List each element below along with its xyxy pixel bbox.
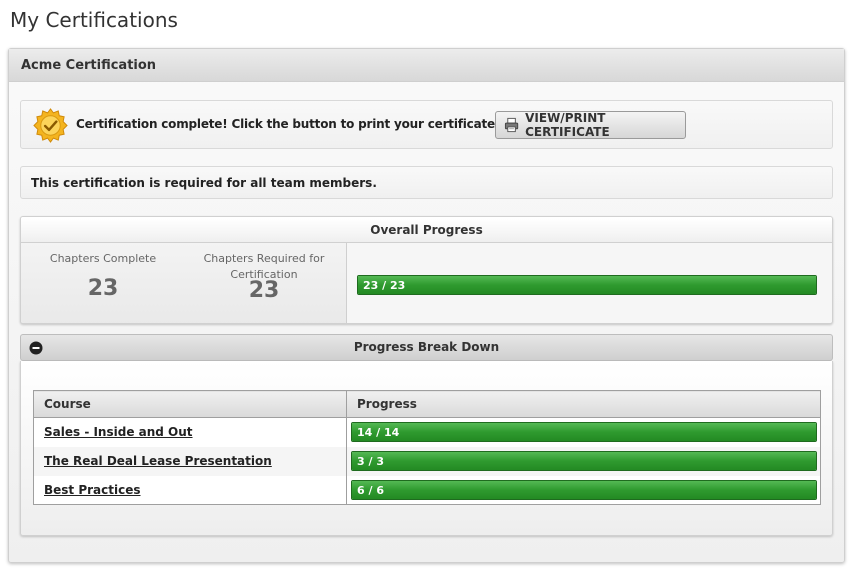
certification-panel: Acme Certification Certification complet… bbox=[8, 48, 845, 563]
course-link[interactable]: Best Practices bbox=[34, 483, 141, 497]
course-progress-fill bbox=[352, 480, 816, 499]
overall-stats: Chapters Complete 23 Chapters Required f… bbox=[21, 243, 347, 323]
course-progress-text: 3 / 3 bbox=[357, 454, 384, 468]
progress-cell: 6 / 6 bbox=[346, 475, 821, 505]
progress-cell: 14 / 14 bbox=[346, 417, 821, 447]
column-header-course: Course bbox=[33, 390, 347, 418]
chapters-required-value: 23 bbox=[248, 278, 280, 303]
progress-breakdown-title: Progress Break Down bbox=[353, 340, 500, 354]
course-progress-bar: 6 / 6 bbox=[351, 479, 817, 500]
course-progress-text: 14 / 14 bbox=[357, 426, 400, 439]
chapters-complete-value: 23 bbox=[87, 276, 119, 301]
progress-breakdown-body: Course Progress Sales - Inside and Out 1… bbox=[20, 361, 833, 536]
course-progress-bar: 14 / 14 bbox=[351, 422, 817, 442]
table-row: Best Practices 6 / 6 bbox=[33, 475, 821, 505]
chapters-required-stat: Chapters Required for Certification 23 bbox=[193, 251, 335, 303]
overall-progress-text: 23 / 23 bbox=[363, 279, 406, 292]
collapse-minus-icon[interactable] bbox=[29, 341, 43, 355]
course-progress-fill bbox=[352, 423, 816, 441]
course-link[interactable]: Sales - Inside and Out bbox=[34, 425, 193, 439]
course-cell: Sales - Inside and Out bbox=[33, 417, 347, 447]
panel-title: Acme Certification bbox=[9, 49, 844, 82]
view-print-certificate-label: VIEW/PRINT CERTIFICATE bbox=[525, 111, 610, 139]
requirement-message: This certification is required for all t… bbox=[31, 176, 377, 190]
progress-cell: 3 / 3 bbox=[346, 446, 821, 476]
course-progress-fill bbox=[352, 451, 816, 470]
view-print-certificate-button[interactable]: VIEW/PRINT CERTIFICATE bbox=[495, 111, 686, 139]
overall-progress-fill bbox=[358, 276, 816, 294]
overall-progress-bar-area: 23 / 23 bbox=[347, 243, 832, 323]
course-progress-bar: 3 / 3 bbox=[351, 450, 817, 471]
course-link[interactable]: The Real Deal Lease Presentation bbox=[34, 454, 272, 468]
course-progress-table: Course Progress Sales - Inside and Out 1… bbox=[33, 390, 821, 505]
column-header-progress: Progress bbox=[346, 390, 821, 418]
printer-icon bbox=[504, 117, 519, 133]
overall-progress-title: Overall Progress bbox=[21, 217, 832, 243]
table-row: Sales - Inside and Out 14 / 14 bbox=[33, 417, 821, 447]
chapters-complete-stat: Chapters Complete 23 bbox=[33, 251, 173, 301]
certificate-seal-icon bbox=[33, 108, 68, 143]
course-cell: The Real Deal Lease Presentation bbox=[33, 446, 347, 476]
course-progress-text: 6 / 6 bbox=[357, 483, 384, 497]
page-title: My Certifications bbox=[10, 8, 178, 32]
completion-notice: Certification complete! Click the button… bbox=[20, 100, 833, 149]
overall-progress-bar: 23 / 23 bbox=[357, 275, 817, 295]
progress-breakdown-toggle[interactable]: Progress Break Down bbox=[20, 334, 833, 361]
course-cell: Best Practices bbox=[33, 475, 347, 505]
requirement-notice: This certification is required for all t… bbox=[20, 166, 833, 199]
table-row: The Real Deal Lease Presentation 3 / 3 bbox=[33, 446, 821, 476]
completion-message: Certification complete! Click the button… bbox=[76, 117, 500, 131]
chapters-complete-label: Chapters Complete bbox=[49, 252, 157, 265]
overall-progress-section: Overall Progress Chapters Complete 23 Ch… bbox=[20, 216, 833, 324]
